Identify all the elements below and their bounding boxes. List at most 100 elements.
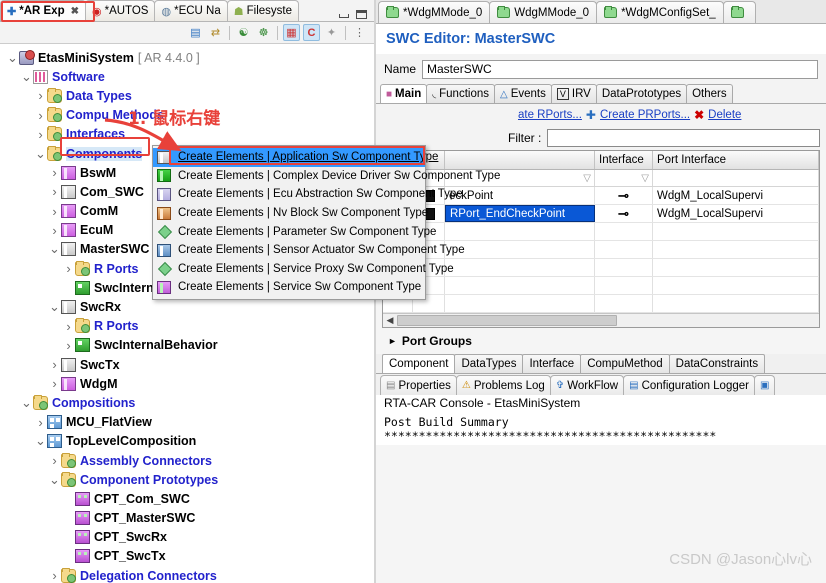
expand-twisty-icon[interactable]: › (48, 184, 61, 199)
name-input[interactable] (422, 59, 818, 79)
table-hscrollbar[interactable]: ◀ (383, 313, 819, 327)
collapse-twisty-icon[interactable]: ⌄ (34, 434, 47, 447)
editor-tab-wdgmmode0[interactable]: WdgMMode_0 (489, 1, 598, 23)
column-header-port-interface[interactable]: Port Interface (653, 151, 819, 169)
tree-item-delegation-connectors[interactable]: › Delegation Connectors (0, 566, 374, 583)
grid-toggle-icon[interactable]: ▦ (283, 24, 300, 41)
expand-twisty-icon[interactable]: › (48, 165, 61, 180)
cell-port-name[interactable]: eckPoint (445, 187, 595, 204)
tree-item-mcu-flatview[interactable]: › MCU_FlatView (0, 413, 374, 432)
tab-autosar[interactable]: ◉ *AUTOS (84, 0, 156, 21)
import-icon[interactable]: ☯ (235, 24, 252, 41)
create-prports-link[interactable]: Create PRPorts... (600, 109, 690, 121)
context-menu[interactable]: Create Elements | Application Sw Compone… (152, 145, 500, 300)
cell-port-name[interactable]: RPort_EndCheckPoint (445, 205, 595, 222)
tab-console-overflow[interactable]: ▣ (753, 375, 776, 395)
column-header-interface[interactable]: Interface (595, 151, 653, 169)
menu-item-parameter-sw-component-type[interactable]: Create Elements | Parameter Sw Component… (153, 222, 436, 241)
expand-twisty-icon[interactable]: › (48, 357, 61, 372)
tree-item-swctx[interactable]: › SwcTx (0, 355, 374, 374)
expand-twisty-icon[interactable]: › (34, 88, 47, 103)
tree-item-cpt-swcrx[interactable]: CPT_SwcRx (0, 528, 374, 547)
tab-irv[interactable]: V IRV (550, 84, 597, 103)
cell-port-name[interactable] (445, 223, 595, 240)
collapse-twisty-icon[interactable]: ⌄ (20, 396, 33, 409)
delete-link[interactable]: Delete (708, 109, 741, 121)
tab-properties[interactable]: ▤ Properties (380, 375, 457, 395)
cell-port-name[interactable] (445, 241, 595, 258)
tab-compumethod[interactable]: CompuMethod (580, 354, 670, 373)
cell-port-name[interactable] (445, 277, 595, 294)
tab-dataconstraints[interactable]: DataConstraints (668, 354, 766, 373)
menu-item-service-sw-component-type[interactable]: Create Elements | Service Sw Component T… (153, 278, 425, 297)
tree-item-software[interactable]: ⌄ Software (0, 67, 374, 86)
expand-twisty-icon[interactable]: › (48, 376, 61, 391)
tab-filesystem[interactable]: ☗ Filesyste (226, 0, 299, 21)
view-menu-icon[interactable]: ⋮ (351, 24, 368, 41)
collapse-twisty-icon[interactable]: ⌄ (6, 51, 19, 64)
table-row[interactable]: 2RPort_EndCheckPoint⊸WdgM_LocalSupervi (383, 205, 819, 223)
scroll-left-icon[interactable]: ◀ (383, 315, 397, 326)
scroll-thumb[interactable] (397, 315, 617, 326)
tab-others[interactable]: Others (686, 84, 733, 103)
expand-twisty-icon[interactable]: › (62, 338, 75, 353)
create-rports-link[interactable]: ate RPorts... (518, 109, 582, 121)
filter-cell-interface[interactable]: ▽ (595, 170, 653, 186)
link-with-editor-icon[interactable]: ⇄ (207, 24, 224, 41)
editor-tab-wdgmmode0-dirty[interactable]: *WdgMMode_0 (378, 1, 491, 23)
menu-item-sensor-actuator-sw-component-type[interactable]: Create Elements | Sensor Actuator Sw Com… (153, 241, 465, 260)
collapse-all-icon[interactable]: ▤ (187, 24, 204, 41)
menu-item-complex-device-driver-sw-component-type[interactable]: Create Elements | Complex Device Driver … (153, 167, 500, 186)
tree-item-etasminisystem[interactable]: ⌄ EtasMiniSystem[ AR 4.4.0 ] (0, 48, 374, 67)
menu-item-application-sw-component-type[interactable]: Create Elements | Application Sw Compone… (153, 148, 438, 167)
editor-tab-wdgmconfigset[interactable]: *WdgMConfigSet_ (596, 1, 724, 23)
menu-item-nv-block-sw-component-type[interactable]: Create Elements | Nv Block Sw Component … (153, 204, 428, 223)
tab-datatypes[interactable]: DataTypes (454, 354, 524, 373)
tab-interface[interactable]: Interface (522, 354, 582, 373)
tab-workflow[interactable]: ✞ WorkFlow (549, 375, 625, 395)
tree-item-cpt-swctx[interactable]: CPT_SwcTx (0, 547, 374, 566)
tree-item-cpt-com-swc[interactable]: CPT_Com_SWC (0, 489, 374, 508)
tab-configuration-logger[interactable]: ▤ Configuration Logger (623, 375, 755, 395)
filter-cell-port-interface[interactable] (653, 170, 819, 186)
close-icon[interactable]: ✖ (71, 6, 79, 17)
tree-item-component-prototypes[interactable]: ⌄ Component Prototypes (0, 470, 374, 489)
expand-twisty-icon[interactable]: › (48, 453, 61, 468)
maximize-icon[interactable] (356, 10, 367, 19)
tree-item-swcrx[interactable]: ⌄ SwcRx (0, 297, 374, 316)
tree-item-r-ports[interactable]: › R Ports (0, 317, 374, 336)
expand-triangle-icon[interactable]: ► (388, 336, 397, 346)
table-row[interactable] (383, 295, 819, 313)
table-row[interactable] (383, 277, 819, 295)
collapse-twisty-icon[interactable]: ⌄ (34, 147, 47, 160)
cell-port-name[interactable] (445, 259, 595, 276)
tab-ar-explorer[interactable]: ✚ *AR Exp ✖ (0, 0, 86, 21)
tab-problems-log[interactable]: ⚠ Problems Log (455, 375, 551, 395)
expand-twisty-icon[interactable]: › (62, 261, 75, 276)
tab-ecu-nav[interactable]: ◍ *ECU Na (154, 0, 228, 21)
tree-item-compositions[interactable]: ⌄ Compositions (0, 393, 374, 412)
tab-functions[interactable]: ◟ Functions (426, 84, 495, 103)
expand-twisty-icon[interactable]: › (48, 204, 61, 219)
minimize-icon[interactable] (338, 10, 349, 19)
filter-input[interactable] (547, 129, 820, 147)
tab-component[interactable]: Component (382, 354, 456, 373)
tree-item-cpt-masterswc[interactable]: CPT_MasterSWC (0, 509, 374, 528)
console-output[interactable]: Post Build Summary *********************… (376, 413, 826, 445)
expand-twisty-icon[interactable]: › (48, 568, 61, 583)
table-row[interactable] (383, 223, 819, 241)
menu-item-ecu-abstraction-sw-component-type[interactable]: Create Elements | Ecu Abstraction Sw Com… (153, 185, 463, 204)
c-code-toggle-icon[interactable]: C (303, 24, 320, 41)
tree-item-wdgm[interactable]: › WdgM (0, 374, 374, 393)
tree-item-data-types[interactable]: › Data Types (0, 86, 374, 105)
tree-item-swcinternalbehavior[interactable]: › SwcInternalBehavior (0, 336, 374, 355)
tab-events[interactable]: △ Events (493, 84, 552, 103)
collapse-twisty-icon[interactable]: ⌄ (48, 473, 61, 486)
cell-port-name[interactable] (445, 295, 595, 312)
expand-twisty-icon[interactable]: › (34, 415, 47, 430)
filter-icon[interactable]: ✦ (323, 24, 340, 41)
editor-tab-overflow[interactable] (722, 1, 756, 23)
tree-item-assembly-connectors[interactable]: › Assembly Connectors (0, 451, 374, 470)
expand-twisty-icon[interactable]: › (34, 108, 47, 123)
expand-twisty-icon[interactable]: › (48, 223, 61, 238)
